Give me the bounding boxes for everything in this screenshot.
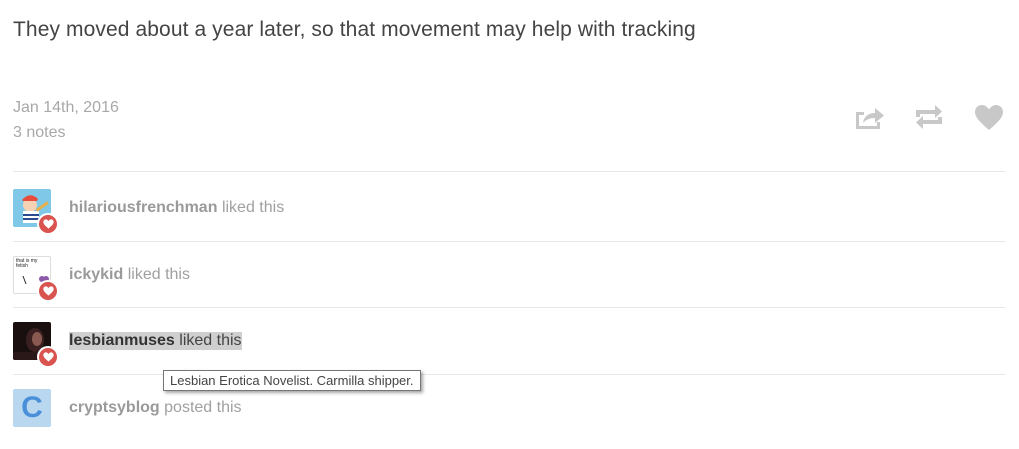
username-link[interactable]: lesbianmuses xyxy=(69,332,175,349)
divider xyxy=(13,171,1005,172)
note-item: that is my fetish ickykid liked this xyxy=(13,250,1005,302)
post-meta: Jan 14th, 2016 3 notes xyxy=(13,95,119,145)
like-badge xyxy=(37,280,59,302)
username-link[interactable]: hilariousfrenchman xyxy=(69,199,217,216)
note-action: liked this xyxy=(179,332,242,349)
post-text: They moved about a year later, so that m… xyxy=(13,18,696,41)
note-item: lesbianmuses liked this xyxy=(13,316,1005,368)
note-action: posted this xyxy=(164,399,242,416)
post-date[interactable]: Jan 14th, 2016 xyxy=(13,95,119,120)
username-link[interactable]: cryptsyblog xyxy=(69,399,160,416)
note-item: hilariousfrenchman liked this xyxy=(13,183,1005,235)
notes-count[interactable]: 3 notes xyxy=(13,120,119,145)
post-actions xyxy=(853,102,1005,132)
note-text: hilariousfrenchman liked this xyxy=(69,199,284,217)
note-action: liked this xyxy=(221,199,285,216)
divider xyxy=(13,374,1005,375)
note-action: liked this xyxy=(127,266,190,283)
heart-icon xyxy=(42,219,54,229)
share-button[interactable] xyxy=(853,102,885,132)
reblog-button[interactable] xyxy=(913,102,945,132)
note-item: C cryptsyblog posted this xyxy=(13,383,1005,433)
divider xyxy=(13,241,1005,242)
avatar-link[interactable]: that is my fetish xyxy=(13,256,59,302)
note-text: cryptsyblog posted this xyxy=(69,399,242,417)
avatar-link[interactable]: C xyxy=(13,389,51,427)
tooltip: Lesbian Erotica Novelist. Carmilla shipp… xyxy=(163,370,421,391)
avatar-link[interactable] xyxy=(13,322,59,368)
like-badge xyxy=(37,213,59,235)
note-text: lesbianmuses liked this xyxy=(69,332,242,350)
avatar: C xyxy=(13,389,51,427)
note-text: ickykid liked this xyxy=(69,266,190,284)
like-button[interactable] xyxy=(973,102,1005,132)
reblog-icon xyxy=(916,105,942,129)
avatar-text: that is my fetish xyxy=(16,258,38,269)
like-badge xyxy=(37,346,59,368)
username-link[interactable]: ickykid xyxy=(69,266,123,283)
avatar-link[interactable] xyxy=(13,189,59,235)
divider xyxy=(13,307,1005,308)
share-icon xyxy=(856,108,884,129)
heart-icon xyxy=(42,352,54,362)
heart-icon xyxy=(975,104,1003,130)
heart-icon xyxy=(42,286,54,296)
